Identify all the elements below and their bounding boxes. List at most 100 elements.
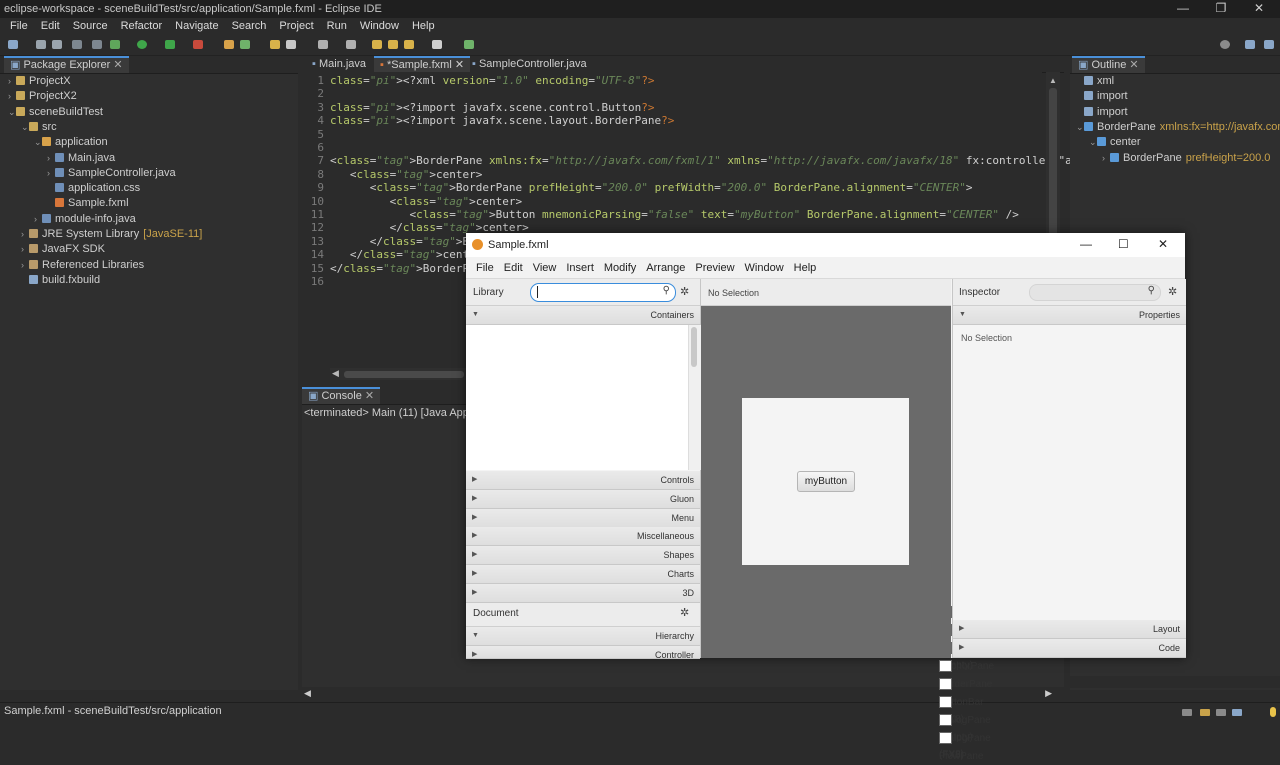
tree-item[interactable]: xml (1076, 74, 1114, 89)
tab-main-java[interactable]: ▪ Main.java (306, 56, 372, 73)
new-package-icon[interactable] (224, 40, 234, 49)
tree-item[interactable]: › Main.java (47, 151, 115, 166)
chevron-down-icon[interactable]: ⌄ (8, 105, 16, 120)
chevron-right-icon[interactable]: › (1102, 151, 1110, 166)
sb-menu-modify[interactable]: Modify (604, 262, 636, 274)
section-controller[interactable]: ▶ Controller (466, 646, 700, 659)
minimize-button[interactable]: — (1164, 1, 1202, 15)
sb-maximize-button[interactable]: ☐ (1118, 237, 1129, 251)
menu-search[interactable]: Search (229, 20, 270, 32)
library-scrollbar[interactable] (688, 325, 701, 470)
tree-item[interactable]: › module-info.java (34, 212, 136, 227)
tree-item[interactable]: › ProjectX (8, 74, 71, 89)
border-pane-preview[interactable]: myButton (742, 398, 909, 565)
sb-menu-preview[interactable]: Preview (695, 262, 734, 274)
library-item[interactable]: ButtonBar (FX8) (939, 677, 983, 725)
chevron-right-icon[interactable]: › (47, 166, 55, 181)
chevron-right-icon[interactable]: › (8, 74, 16, 89)
tree-item[interactable]: › BorderPane prefHeight=200.0 (1102, 151, 1270, 166)
tree-item[interactable]: ⌄ sceneBuildTest (8, 105, 103, 120)
search-tool-icon[interactable] (286, 40, 296, 49)
menu-help[interactable]: Help (409, 20, 438, 32)
section-shapes[interactable]: ▶ Shapes (466, 546, 700, 566)
tree-item[interactable]: › Referenced Libraries (21, 258, 144, 273)
coverage-icon[interactable] (165, 40, 175, 49)
section-controls[interactable]: ▶ Controls (466, 471, 700, 490)
tab-outline[interactable]: ▣ Outline ✕ (1072, 56, 1145, 73)
chevron-down-icon[interactable]: ⌄ (1076, 120, 1084, 135)
previous-edit-icon[interactable] (404, 40, 414, 49)
chevron-right-icon[interactable]: › (21, 242, 29, 257)
tab-console[interactable]: ▣ Console ✕ (302, 387, 381, 404)
outline-scrollbar[interactable] (1070, 676, 1280, 688)
chevron-right-icon[interactable]: › (21, 227, 29, 242)
menu-project[interactable]: Project (276, 20, 316, 32)
tree-item[interactable]: import (1076, 89, 1128, 104)
tree-item[interactable]: import (1076, 105, 1128, 120)
tree-item[interactable]: › SampleController.java (47, 166, 176, 181)
sb-menu-insert[interactable]: Insert (566, 262, 594, 274)
close-icon[interactable]: ✕ (455, 59, 464, 71)
chevron-right-icon[interactable]: › (34, 212, 42, 227)
section-layout[interactable]: ▶ Layout (953, 620, 1186, 639)
save-all-icon[interactable] (52, 40, 62, 49)
chevron-right-icon[interactable]: › (8, 89, 16, 104)
chevron-down-icon[interactable]: ⌄ (34, 135, 42, 150)
library-item[interactable]: DialogPane (empty) (FX8) (939, 695, 991, 760)
menu-file[interactable]: File (7, 20, 31, 32)
chevron-right-icon[interactable]: › (47, 151, 55, 166)
library-item[interactable]: FlowPane (939, 731, 983, 762)
tree-item[interactable]: ⌄ center (1089, 135, 1141, 150)
section-properties[interactable]: ▼ Properties (953, 306, 1186, 325)
skip-breakpoints-icon[interactable] (92, 40, 102, 49)
tree-item[interactable]: › ProjectX2 (8, 89, 77, 104)
menu-refactor[interactable]: Refactor (118, 20, 166, 32)
library-search-input[interactable]: ⚲ (530, 283, 676, 302)
section-charts[interactable]: ▶ Charts (466, 565, 700, 584)
terminal-icon[interactable] (72, 40, 82, 49)
external-tools-icon[interactable] (193, 40, 203, 49)
tree-item[interactable]: › JRE System Library [JavaSE-11] (21, 227, 202, 242)
debug-icon[interactable] (110, 40, 120, 49)
tree-item[interactable]: ⌄ BorderPane xmlns:fx=http://javafx.com/f (1076, 120, 1280, 135)
sb-menu-window[interactable]: Window (745, 262, 784, 274)
chevron-right-icon[interactable]: › (21, 258, 29, 273)
forward-icon[interactable] (388, 40, 398, 49)
section-miscellaneous[interactable]: ▶ Miscellaneous (466, 527, 700, 547)
gear-icon[interactable]: ✲ (680, 285, 689, 298)
java-perspective-icon[interactable] (1264, 40, 1274, 49)
new-class-icon[interactable] (240, 40, 250, 49)
section-menu[interactable]: ▶ Menu (466, 508, 700, 528)
menu-navigate[interactable]: Navigate (172, 20, 221, 32)
menu-window[interactable]: Window (357, 20, 402, 32)
inspector-search-input[interactable]: ⚲ (1029, 284, 1161, 301)
sb-minimize-button[interactable]: — (1080, 237, 1092, 251)
gear-icon[interactable]: ✲ (680, 606, 689, 619)
menu-run[interactable]: Run (324, 20, 350, 32)
section-3d[interactable]: ▶ 3D (466, 583, 700, 603)
run-icon[interactable] (137, 40, 147, 49)
library-item[interactable]: BorderPane (939, 659, 992, 690)
menu-source[interactable]: Source (70, 20, 111, 32)
sb-close-button[interactable]: ✕ (1158, 237, 1168, 251)
section-hierarchy[interactable]: ▼ Hierarchy (466, 627, 700, 646)
sb-menu-view[interactable]: View (533, 262, 557, 274)
tree-item[interactable]: Sample.fxml (47, 196, 129, 211)
open-type-icon[interactable] (270, 40, 280, 49)
perspective-icon[interactable] (1245, 40, 1255, 49)
gear-icon[interactable]: ✲ (1168, 285, 1177, 298)
tab-package-explorer[interactable]: ▣ Package Explorer ✕ (4, 56, 129, 73)
sb-menu-help[interactable]: Help (794, 262, 817, 274)
toggle-mark-icon[interactable] (318, 40, 328, 49)
back-icon[interactable] (372, 40, 382, 49)
section-code[interactable]: ▶ Code (953, 639, 1186, 658)
maximize-button[interactable]: ❐ (1202, 1, 1240, 15)
pin-icon[interactable] (464, 40, 474, 49)
annotation-icon[interactable] (346, 40, 356, 49)
chevron-down-icon[interactable]: ⌄ (21, 120, 29, 135)
tree-item[interactable]: build.fxbuild (21, 273, 100, 288)
content-area[interactable]: No Selection myButton (701, 279, 951, 658)
sb-menu-arrange[interactable]: Arrange (646, 262, 685, 274)
tree-item[interactable]: › JavaFX SDK (21, 242, 105, 257)
my-button[interactable]: myButton (797, 471, 855, 492)
